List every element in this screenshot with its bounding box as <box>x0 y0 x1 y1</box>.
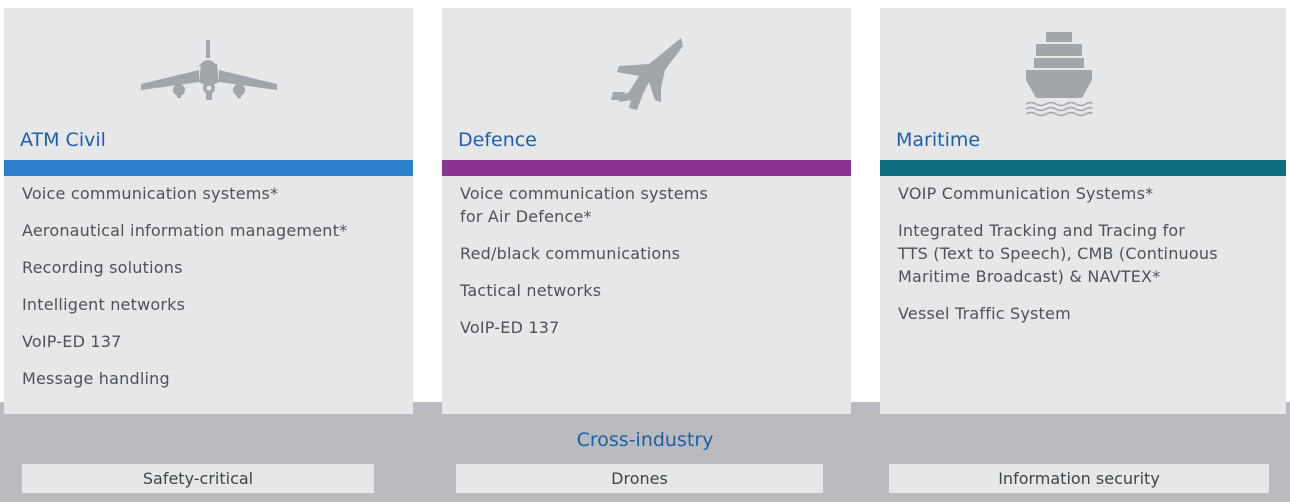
atm-civil-accent-bar <box>4 160 413 176</box>
list-item-line: Voice communication systems <box>460 184 709 203</box>
list-item: Intelligent networks <box>22 295 186 314</box>
cross-industry-title: Cross-industry <box>576 429 714 451</box>
card-maritime: Maritime VOIP Communication Systems* Int… <box>880 8 1286 414</box>
defence-accent-bar <box>442 160 851 176</box>
maritime-title: Maritime <box>896 129 981 151</box>
list-item: Red/black communications <box>460 244 681 263</box>
defence-title: Defence <box>458 129 537 151</box>
list-item: Aeronautical information management* <box>22 221 348 240</box>
card-defence: Defence Voice communication systems for … <box>442 8 851 414</box>
maritime-list: VOIP Communication Systems* Integrated T… <box>898 182 1276 339</box>
list-item-line: for Air Defence* <box>460 207 592 226</box>
atm-civil-title: ATM Civil <box>20 129 106 151</box>
airplane-icon <box>4 8 413 118</box>
ship-icon <box>880 8 1286 118</box>
list-item: Integrated Tracking and Tracing for TTS … <box>898 219 1276 288</box>
tag-drones: Drones <box>456 464 823 493</box>
fighter-jet-icon <box>442 8 851 118</box>
list-item: VOIP Communication Systems* <box>898 184 1154 203</box>
list-item: Tactical networks <box>460 281 602 300</box>
list-item-line: Maritime Broadcast) & NAVTEX* <box>898 267 1161 286</box>
list-item: Voice communication systems for Air Defe… <box>460 182 841 228</box>
list-item: VoIP-ED 137 <box>460 318 560 337</box>
list-item: Voice communication systems* <box>22 184 279 203</box>
list-item: Recording solutions <box>22 258 183 277</box>
list-item: Message handling <box>22 369 170 388</box>
list-item: VoIP-ED 137 <box>22 332 122 351</box>
maritime-accent-bar <box>880 160 1286 176</box>
defence-list: Voice communication systems for Air Defe… <box>460 182 841 353</box>
list-item-line: TTS (Text to Speech), CMB (Continuous <box>898 244 1218 263</box>
list-item: Vessel Traffic System <box>898 304 1071 323</box>
list-item-line: Integrated Tracking and Tracing for <box>898 221 1186 240</box>
card-atm-civil: ATM Civil Voice communication systems* A… <box>4 8 413 414</box>
atm-civil-list: Voice communication systems* Aeronautica… <box>22 182 403 404</box>
tag-information-security: Information security <box>889 464 1269 493</box>
tag-safety-critical: Safety-critical <box>22 464 374 493</box>
